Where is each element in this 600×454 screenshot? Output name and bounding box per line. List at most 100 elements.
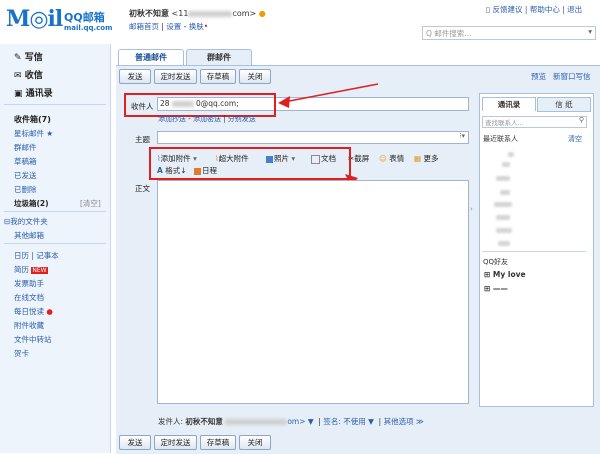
- user-info: 初秋不知意 <11 com> ●: [129, 8, 266, 19]
- warning-icon[interactable]: ●: [259, 9, 266, 18]
- contact-search-input[interactable]: 查找联系人... ⚲: [482, 116, 587, 128]
- contacts-icon: ▣: [14, 89, 23, 99]
- contact-item[interactable]: [498, 241, 510, 246]
- contact-search-placeholder: 查找联系人...: [485, 119, 524, 127]
- nav-other-mailboxes[interactable]: 其他邮箱: [14, 230, 44, 241]
- nav-calendar[interactable]: 日历 | 记事本: [14, 250, 59, 261]
- new-window-link[interactable]: 新窗口写信: [553, 71, 591, 82]
- nav-deleted[interactable]: 已删除: [14, 184, 37, 195]
- new-badge: NEW: [31, 267, 48, 274]
- group-other[interactable]: ⊞ ——: [484, 284, 508, 293]
- add-bcc-link[interactable]: 添加密送: [193, 115, 221, 123]
- contact-item[interactable]: [496, 215, 510, 220]
- nav-attachments[interactable]: 附件收藏: [14, 320, 44, 331]
- user-email-suffix: com>: [232, 9, 257, 18]
- feedback-link[interactable]: 反馈建议: [493, 5, 523, 14]
- contact-item[interactable]: [494, 202, 512, 207]
- clear-recent-link[interactable]: 清空: [568, 134, 582, 144]
- preview-link[interactable]: 预览: [531, 71, 546, 82]
- home-link[interactable]: 邮箱首页: [129, 22, 159, 31]
- mail-search-input[interactable]: Q 邮件搜索... ▾: [422, 26, 596, 40]
- tab-group-mail[interactable]: 群邮件: [186, 49, 252, 66]
- chevron-down-icon[interactable]: ▾: [588, 27, 592, 36]
- nav-daily-read[interactable]: 每日悦读 ●: [14, 306, 53, 317]
- body-label: 正文: [135, 184, 150, 193]
- nav-spam[interactable]: 垃圾箱(2): [14, 198, 49, 209]
- logo-mark: M◎il: [6, 6, 63, 32]
- scheduled-send-button-bottom[interactable]: 定时发送: [154, 435, 197, 450]
- blurred-email: [188, 10, 233, 17]
- cc-links: 添加抄送 - 添加密送 | 分别发送: [158, 115, 256, 123]
- nav-sent[interactable]: 已发送: [14, 170, 37, 181]
- contact-item[interactable]: [508, 152, 514, 157]
- top-links: ▯ 反馈建议 | 帮助中心 | 退出: [486, 5, 583, 14]
- separate-send-link[interactable]: 分别发送: [228, 115, 256, 123]
- logo-domain: mail.qq.com: [64, 24, 113, 32]
- nav-invoice[interactable]: 发票助手: [14, 278, 44, 289]
- nav-online-docs[interactable]: 在线文档: [14, 292, 44, 303]
- tab-stationery[interactable]: 信 纸: [537, 97, 591, 112]
- close-button-bottom[interactable]: 关闭: [239, 435, 271, 450]
- nav-divider: [4, 211, 106, 212]
- tab-normal-mail[interactable]: 普通邮件: [118, 49, 184, 66]
- arrow-to-recipient: [283, 83, 379, 103]
- search-icon[interactable]: ⚲: [579, 116, 584, 124]
- more-icon: ▦: [414, 154, 422, 163]
- mobile-icon[interactable]: ▯: [486, 5, 490, 14]
- settings-link[interactable]: 设置: [166, 22, 181, 31]
- send-button-bottom[interactable]: 发送: [119, 435, 151, 450]
- body-editor[interactable]: [157, 180, 469, 404]
- priority-icon[interactable]: ⁝▾: [459, 132, 465, 140]
- nav-group-mail[interactable]: 群邮件: [14, 142, 37, 153]
- tab-contacts[interactable]: 通讯录: [482, 97, 536, 111]
- sender-row: 发件人: 初秋不知意 om> ▼ | 签名: 不使用 ▼ | 其他选项 ≫: [158, 417, 424, 426]
- user-links: 邮箱首页 | 设置 - 换肤•: [129, 22, 209, 31]
- nav-write[interactable]: ✎ 写信: [14, 50, 43, 63]
- nav-file-transfer[interactable]: 文件中转站: [14, 334, 52, 345]
- left-nav: ✎ 写信 ✉ 收信 ▣ 通讯录 收件箱(7) 星标邮件 ★ 群邮件 草稿箱 已发…: [0, 44, 111, 453]
- contact-item[interactable]: [500, 190, 510, 195]
- pencil-icon: ✎: [14, 53, 22, 63]
- sender-select[interactable]: om> ▼: [287, 417, 313, 426]
- nav-divider: [4, 104, 106, 105]
- add-cc-link[interactable]: 添加抄送: [158, 115, 186, 123]
- subject-label: 主题: [135, 135, 150, 144]
- smiley-icon: ☺: [379, 154, 387, 163]
- nav-resume[interactable]: 简历 NEW: [14, 264, 48, 275]
- nav-cards[interactable]: 贺卡: [14, 348, 29, 359]
- save-draft-button[interactable]: 存草稿: [200, 69, 236, 84]
- contact-item[interactable]: [496, 228, 512, 233]
- help-link[interactable]: 帮助中心: [530, 5, 560, 14]
- other-options-link[interactable]: 其他选项 ≫: [384, 417, 424, 426]
- group-my-love[interactable]: ⊞ My love: [484, 270, 526, 279]
- nav-starred[interactable]: 星标邮件 ★: [14, 128, 53, 139]
- send-button[interactable]: 发送: [119, 69, 151, 84]
- signature-select[interactable]: 签名: 不使用 ▼: [323, 417, 374, 426]
- close-button[interactable]: 关闭: [239, 69, 271, 84]
- nav-drafts[interactable]: 草稿箱: [14, 156, 37, 167]
- user-email-prefix: <11: [171, 9, 189, 18]
- save-draft-button-bottom[interactable]: 存草稿: [200, 435, 236, 450]
- blurred-sender-email: [225, 419, 288, 425]
- emoji-tool[interactable]: ☺ 表情: [379, 153, 404, 164]
- nav-spam-clear[interactable]: [清空]: [80, 198, 101, 209]
- panel-divider: [482, 251, 586, 252]
- qq-mail-logo[interactable]: M◎il QQ邮箱 mail.qq.com: [6, 6, 116, 36]
- nav-contacts[interactable]: ▣ 通讯录: [14, 86, 53, 99]
- inbox-icon: ✉: [14, 71, 22, 81]
- nav-inbox-count[interactable]: 收件箱(7): [14, 114, 51, 125]
- nav-inbox[interactable]: ✉ 收信: [14, 68, 43, 81]
- arrowhead-recipient: [278, 96, 290, 108]
- panel-toggle-handle[interactable]: ›: [470, 205, 477, 221]
- logout-link[interactable]: 退出: [567, 5, 582, 14]
- screenshot-tool[interactable]: ✂截屏: [348, 153, 369, 164]
- expand-icon: ⊞: [484, 284, 491, 293]
- contact-item[interactable]: [502, 162, 510, 167]
- sender-name: 初秋不知意: [185, 417, 223, 426]
- scheduled-send-button[interactable]: 定时发送: [154, 69, 197, 84]
- more-tool[interactable]: ▦ 更多: [414, 153, 438, 164]
- subject-field[interactable]: ⁝▾: [157, 131, 469, 144]
- contact-item[interactable]: [496, 176, 510, 181]
- nav-my-folders[interactable]: ⊟我的文件夹: [4, 216, 48, 227]
- skin-link[interactable]: 换肤: [189, 22, 204, 31]
